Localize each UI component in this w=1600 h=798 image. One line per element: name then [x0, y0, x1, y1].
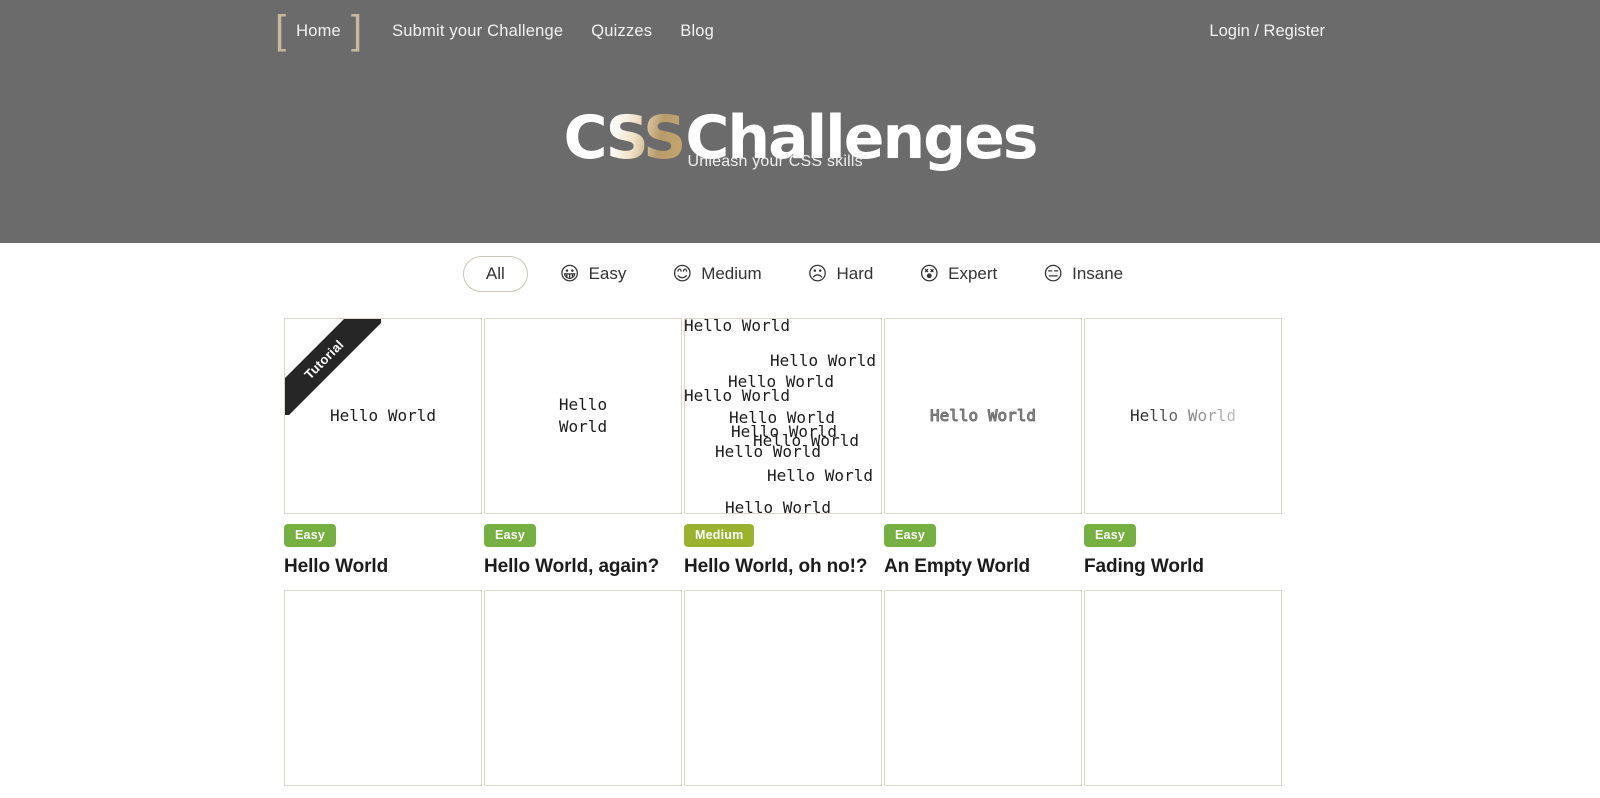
- logo-text: CSSChallenges Unleash your CSS skills: [563, 108, 1038, 170]
- challenge-card[interactable]: Hello World Easy Hello World, again?: [484, 318, 682, 578]
- preview-scattered-text: Hello World Hello World Hello World Hello W…: [684, 316, 881, 517]
- site-logo[interactable]: CSSChallenges Unleash your CSS skills: [0, 108, 1600, 170]
- top-navigation: [ Home ] Submit your Challenge Quizzes B…: [0, 0, 1600, 62]
- logo-tagline: Unleash your CSS skills: [687, 153, 863, 170]
- filter-all[interactable]: All: [462, 256, 528, 292]
- frowning-face-icon: ☹: [807, 262, 828, 285]
- preview-text: Hello World: [330, 406, 436, 426]
- nav-link-home[interactable]: Home: [286, 16, 351, 47]
- nav-links-left: [ Home ] Submit your Challenge Quizzes B…: [275, 8, 728, 52]
- preview-text: Hello World: [930, 406, 1037, 426]
- site-header: [ Home ] Submit your Challenge Quizzes B…: [0, 0, 1600, 243]
- challenge-card[interactable]: [284, 590, 482, 786]
- dizzy-face-icon: 😵: [919, 262, 940, 285]
- scattered-text-item: Hello World: [684, 316, 790, 335]
- challenge-preview[interactable]: [484, 590, 682, 786]
- challenge-title[interactable]: Hello World, oh no!?: [684, 556, 882, 578]
- challenge-card[interactable]: [884, 590, 1082, 786]
- scattered-text-item: Hello World: [684, 386, 790, 405]
- difficulty-badge: Easy: [1084, 524, 1136, 547]
- nav-item-home[interactable]: [ Home ]: [275, 8, 363, 52]
- nav-item-login-register[interactable]: Login / Register: [1209, 22, 1325, 41]
- challenge-card[interactable]: [484, 590, 682, 786]
- challenge-title[interactable]: Hello World: [284, 556, 482, 578]
- scattered-text-item: Hello World: [715, 442, 821, 461]
- challenge-title[interactable]: An Empty World: [884, 556, 1082, 578]
- challenge-preview[interactable]: Hello World: [1084, 318, 1282, 514]
- challenge-card[interactable]: Hello World Hello World Hello World Hello W…: [684, 316, 882, 578]
- scattered-text-item: Hello World: [767, 466, 873, 485]
- challenge-card[interactable]: [1084, 590, 1282, 786]
- challenge-preview[interactable]: [284, 590, 482, 786]
- challenge-grid-row: [284, 590, 1284, 786]
- expressionless-face-icon: 😑: [1043, 262, 1064, 285]
- difficulty-badge: Easy: [884, 524, 936, 547]
- challenge-preview[interactable]: [1084, 590, 1282, 786]
- filter-expert-label: Expert: [948, 264, 998, 283]
- scattered-text-item: Hello World: [770, 351, 876, 370]
- filter-easy[interactable]: 😀 Easy: [546, 257, 641, 291]
- grinning-face-icon: 😀: [559, 262, 580, 285]
- bracket-open-icon: [: [275, 8, 287, 52]
- challenge-preview[interactable]: Tutorial Hello World: [284, 318, 482, 514]
- filter-insane-label: Insane: [1072, 264, 1124, 283]
- nav-item-blog[interactable]: Blog: [666, 16, 728, 47]
- challenge-preview[interactable]: [684, 590, 882, 786]
- difficulty-badge: Easy: [284, 524, 336, 547]
- filter-easy-label: Easy: [588, 264, 627, 283]
- challenge-card[interactable]: Hello World Easy Fading World: [1084, 318, 1282, 578]
- challenge-preview[interactable]: Hello World: [884, 318, 1082, 514]
- smiling-face-icon: 😊: [672, 262, 693, 285]
- preview-text: Hello World: [485, 319, 681, 513]
- nav-item-quizzes[interactable]: Quizzes: [577, 16, 666, 47]
- filter-medium-label: Medium: [701, 264, 762, 283]
- difficulty-filter-bar: All 😀 Easy 😊 Medium ☹ Hard 😵 Expert 😑 In…: [0, 243, 1600, 305]
- challenge-title[interactable]: Fading World: [1084, 556, 1282, 578]
- bracket-close-icon: ]: [350, 8, 363, 52]
- challenge-preview[interactable]: Hello World: [484, 318, 682, 514]
- scattered-text-item: Hello World: [725, 498, 831, 517]
- challenge-grid-row: Tutorial Hello World Easy Hello World He…: [284, 316, 1284, 578]
- preview-text: Hello World: [1085, 319, 1281, 513]
- nav-item-submit-your-challenge[interactable]: Submit your Challenge: [378, 16, 577, 47]
- filter-all-label: All: [485, 264, 505, 283]
- challenge-card[interactable]: Tutorial Hello World Easy Hello World: [284, 318, 482, 578]
- filter-insane[interactable]: 😑 Insane: [1029, 257, 1137, 291]
- difficulty-badge: Easy: [484, 524, 536, 547]
- challenge-grid: Tutorial Hello World Easy Hello World He…: [284, 316, 1284, 798]
- challenge-title[interactable]: Hello World, again?: [484, 556, 682, 578]
- filter-medium[interactable]: 😊 Medium: [658, 257, 775, 291]
- filter-hard[interactable]: ☹ Hard: [794, 257, 888, 291]
- filter-expert[interactable]: 😵 Expert: [905, 257, 1011, 291]
- filter-hard-label: Hard: [836, 264, 874, 283]
- difficulty-badge: Medium: [684, 524, 755, 547]
- challenge-preview[interactable]: Hello World Hello World Hello World Hello W…: [684, 316, 882, 517]
- challenge-preview[interactable]: [884, 590, 1082, 786]
- logo-css-text: CSS: [563, 103, 686, 173]
- preview-text-line1: Hello: [558, 395, 608, 415]
- preview-text-line2: World: [558, 417, 608, 436]
- challenge-card[interactable]: [684, 590, 882, 786]
- challenge-card[interactable]: Hello World Easy An Empty World: [884, 318, 1082, 578]
